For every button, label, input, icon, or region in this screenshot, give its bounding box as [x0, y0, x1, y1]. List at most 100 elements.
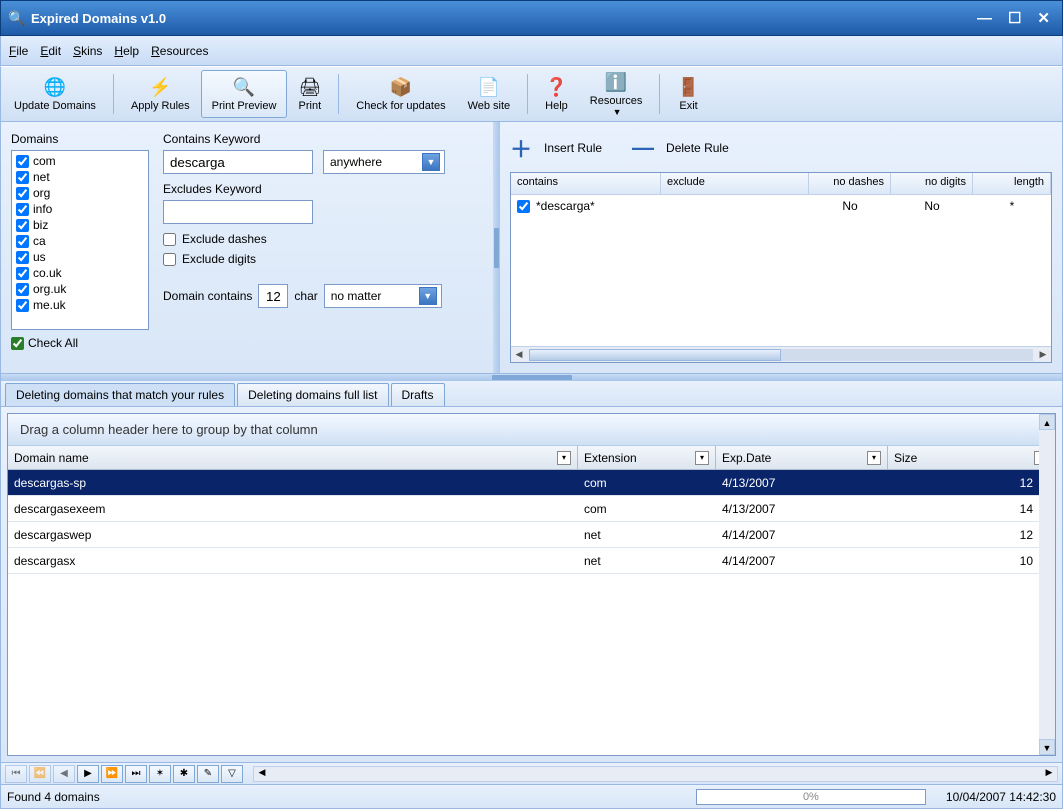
- menu-help[interactable]: Help: [114, 44, 139, 58]
- domain-check-info[interactable]: [16, 203, 29, 216]
- filter-icon[interactable]: ▾: [557, 451, 571, 465]
- domain-check-org[interactable]: [16, 187, 29, 200]
- tabstrip: Deleting domains that match your rules D…: [0, 381, 1063, 407]
- delete-rule-button[interactable]: —Delete Rule: [632, 135, 729, 161]
- resources-button[interactable]: ℹ️Resources▼: [579, 70, 654, 118]
- check-all-checkbox[interactable]: [11, 337, 24, 350]
- nav-first-button[interactable]: ⏮: [5, 765, 27, 783]
- check-updates-button[interactable]: 📦Check for updates: [345, 70, 456, 118]
- globe-icon: 🌐: [44, 76, 66, 98]
- minus-icon: —: [632, 135, 654, 161]
- rules-col-exclude[interactable]: exclude: [661, 173, 809, 194]
- insert-rule-button[interactable]: ＋Insert Rule: [510, 132, 602, 164]
- rules-col-length[interactable]: length: [973, 173, 1051, 194]
- package-icon: 📦: [390, 76, 412, 98]
- help-button[interactable]: ❓Help: [534, 70, 579, 118]
- domain-check-us[interactable]: [16, 251, 29, 264]
- col-size[interactable]: Size▾: [888, 446, 1055, 469]
- domain-check-net[interactable]: [16, 171, 29, 184]
- char-label: char: [294, 289, 317, 303]
- statusbar: Found 4 domains 0% 10/04/2007 14:42:30: [0, 785, 1063, 809]
- tab-matching[interactable]: Deleting domains that match your rules: [5, 383, 235, 406]
- tab-drafts[interactable]: Drafts: [391, 383, 445, 406]
- rules-col-nodigits[interactable]: no digits: [891, 173, 973, 194]
- domain-check-com[interactable]: [16, 155, 29, 168]
- nav-add-button[interactable]: ✶: [149, 765, 171, 783]
- menu-file[interactable]: File: [9, 44, 28, 58]
- lightning-icon: ⚡: [149, 76, 171, 98]
- nav-prev-page-button[interactable]: ⏪: [29, 765, 51, 783]
- domains-list[interactable]: com net org info biz ca us co.uk org.uk …: [11, 150, 149, 330]
- rules-col-contains[interactable]: contains: [511, 173, 661, 194]
- nav-last-button[interactable]: ⏭: [125, 765, 147, 783]
- chevron-down-icon: ▼: [613, 107, 622, 117]
- scroll-left-icon[interactable]: ◀: [511, 349, 527, 360]
- domain-contains-input[interactable]: [258, 284, 288, 308]
- scroll-thumb[interactable]: [529, 349, 781, 361]
- contains-position-select[interactable]: anywhere▼: [323, 150, 445, 174]
- print-preview-button[interactable]: 🔍Print Preview: [201, 70, 288, 118]
- filter-icon[interactable]: ▾: [695, 451, 709, 465]
- scroll-down-icon[interactable]: ▼: [1039, 739, 1055, 755]
- horizontal-splitter[interactable]: [0, 374, 1063, 381]
- col-extension[interactable]: Extension▾: [578, 446, 716, 469]
- app-icon: 🔍: [9, 10, 25, 26]
- menu-skins[interactable]: Skins: [73, 44, 102, 58]
- char-mode-select[interactable]: no matter▼: [324, 284, 442, 308]
- menu-edit[interactable]: Edit: [40, 44, 61, 58]
- rules-col-nodashes[interactable]: no dashes: [809, 173, 891, 194]
- result-row[interactable]: descargasx net 4/14/2007 10: [8, 548, 1055, 574]
- rules-grid[interactable]: contains exclude no dashes no digits len…: [510, 172, 1052, 363]
- vertical-splitter[interactable]: [493, 122, 500, 373]
- nav-prev-button[interactable]: ◀: [53, 765, 75, 783]
- exit-button[interactable]: 🚪Exit: [666, 70, 710, 118]
- rule-row[interactable]: *descarga* No No *: [511, 195, 1051, 217]
- results-vscroll[interactable]: ▲ ▼: [1039, 414, 1055, 755]
- domains-label: Domains: [11, 132, 149, 146]
- nav-hscroll[interactable]: ◀ ▶: [253, 766, 1058, 782]
- contains-label: Contains Keyword: [163, 132, 483, 146]
- maximize-button[interactable]: ☐: [1004, 7, 1025, 29]
- group-bar[interactable]: Drag a column header here to group by th…: [8, 414, 1055, 446]
- nav-next-button[interactable]: ▶: [77, 765, 99, 783]
- toolbar: 🌐Update Domains ⚡Apply Rules 🔍Print Prev…: [0, 66, 1063, 122]
- website-button[interactable]: 📄Web site: [457, 70, 522, 118]
- door-icon: 🚪: [677, 76, 699, 98]
- col-domain-name[interactable]: Domain name▾: [8, 446, 578, 469]
- close-button[interactable]: ✕: [1033, 7, 1054, 29]
- nav-delete-button[interactable]: ✱: [173, 765, 195, 783]
- preview-icon: 🔍: [233, 76, 255, 98]
- tab-full-list[interactable]: Deleting domains full list: [237, 383, 388, 406]
- nav-edit-button[interactable]: ✎: [197, 765, 219, 783]
- chevron-down-icon: ▼: [419, 287, 437, 305]
- scroll-up-icon[interactable]: ▲: [1039, 414, 1055, 430]
- update-domains-button[interactable]: 🌐Update Domains: [3, 70, 107, 118]
- minimize-button[interactable]: —: [973, 8, 996, 29]
- exclude-dashes-checkbox[interactable]: [163, 233, 176, 246]
- result-row[interactable]: descargas-sp com 4/13/2007 12: [8, 470, 1055, 496]
- rules-hscroll[interactable]: ◀ ▶: [511, 346, 1051, 362]
- col-exp-date[interactable]: Exp.Date▾: [716, 446, 888, 469]
- record-navigator: ⏮ ⏪ ◀ ▶ ⏩ ⏭ ✶ ✱ ✎ ▽ ◀ ▶: [0, 763, 1063, 785]
- domain-check-biz[interactable]: [16, 219, 29, 232]
- domain-check-meuk[interactable]: [16, 299, 29, 312]
- exclude-digits-checkbox[interactable]: [163, 253, 176, 266]
- domain-check-ca[interactable]: [16, 235, 29, 248]
- domain-check-couk[interactable]: [16, 267, 29, 280]
- excludes-input[interactable]: [163, 200, 313, 224]
- results-grid[interactable]: descargas-sp com 4/13/2007 12 descargase…: [8, 470, 1055, 755]
- contains-input[interactable]: [163, 150, 313, 174]
- nav-filter-button[interactable]: ▽: [221, 765, 243, 783]
- scroll-right-icon[interactable]: ▶: [1035, 349, 1051, 360]
- print-button[interactable]: 🖨Print: [287, 70, 332, 118]
- filter-icon[interactable]: ▾: [867, 451, 881, 465]
- apply-rules-button[interactable]: ⚡Apply Rules: [120, 70, 201, 118]
- nav-next-page-button[interactable]: ⏩: [101, 765, 123, 783]
- rule-checkbox[interactable]: [517, 200, 530, 213]
- menu-resources[interactable]: Resources: [151, 44, 208, 58]
- domain-check-orguk[interactable]: [16, 283, 29, 296]
- result-row[interactable]: descargasexeem com 4/13/2007 14: [8, 496, 1055, 522]
- page-icon: 📄: [478, 76, 500, 98]
- result-row[interactable]: descargaswep net 4/14/2007 12: [8, 522, 1055, 548]
- filter-pane: Domains com net org info biz ca us co.uk…: [1, 122, 493, 373]
